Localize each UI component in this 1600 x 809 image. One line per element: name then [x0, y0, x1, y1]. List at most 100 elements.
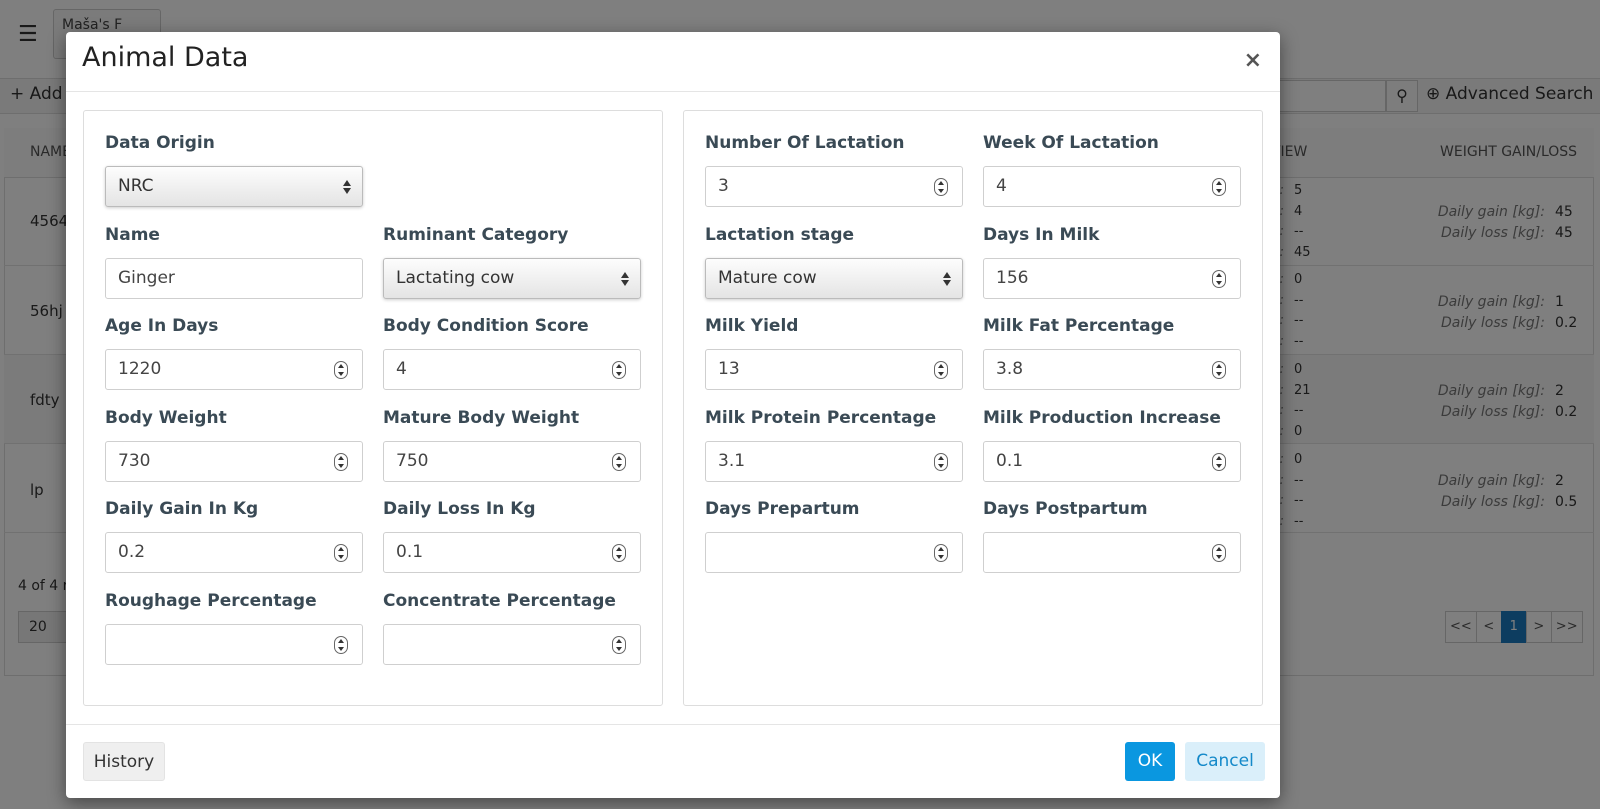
- name-input[interactable]: Ginger: [105, 258, 363, 299]
- week-of-lactation-label: Week Of Lactation: [983, 133, 1159, 153]
- close-icon[interactable]: ×: [1244, 48, 1262, 73]
- animal-data-modal: Animal Data × Data Origin NRC Name Ginge…: [66, 32, 1280, 798]
- ok-button[interactable]: OK: [1125, 742, 1175, 781]
- number-of-lactation-input[interactable]: 3: [705, 166, 963, 207]
- concentrate-label: Concentrate Percentage: [383, 591, 616, 611]
- data-origin-select[interactable]: NRC: [105, 166, 363, 207]
- milk-yield-value: 13: [718, 359, 740, 379]
- days-in-milk-label: Days In Milk: [983, 225, 1100, 245]
- milk-protein-input[interactable]: 3.1: [705, 441, 963, 482]
- milk-production-increase-input[interactable]: 0.1: [983, 441, 1241, 482]
- concentrate-input[interactable]: [383, 624, 641, 665]
- name-field: Name Ginger: [105, 225, 363, 299]
- age-in-days-label: Age In Days: [105, 316, 219, 336]
- spinner-icon[interactable]: [334, 544, 348, 562]
- history-button[interactable]: History: [83, 742, 165, 781]
- ruminant-category-label: Ruminant Category: [383, 225, 569, 245]
- body-condition-score-input[interactable]: 4: [383, 349, 641, 390]
- lactation-panel: Number Of Lactation 3 Week Of Lactation …: [683, 110, 1263, 706]
- lactation-stage-label: Lactation stage: [705, 225, 855, 245]
- daily-gain-value: 0.2: [118, 542, 146, 562]
- concentrate-field: Concentrate Percentage: [383, 591, 641, 665]
- milk-production-increase-field: Milk Production Increase 0.1: [983, 408, 1241, 482]
- animal-info-panel: Data Origin NRC Name Ginger Ruminant Cat…: [83, 110, 663, 706]
- ruminant-category-select[interactable]: Lactating cow: [383, 258, 641, 299]
- mature-body-weight-input[interactable]: 750: [383, 441, 641, 482]
- milk-fat-input[interactable]: 3.8: [983, 349, 1241, 390]
- modal-title: Animal Data: [82, 42, 249, 73]
- spinner-icon[interactable]: [934, 544, 948, 562]
- spinner-icon[interactable]: [1212, 453, 1226, 471]
- name-value: Ginger: [118, 268, 175, 288]
- mature-body-weight-label: Mature Body Weight: [383, 408, 580, 428]
- mature-body-weight-value: 750: [396, 451, 429, 471]
- milk-fat-value: 3.8: [996, 359, 1024, 379]
- body-weight-label: Body Weight: [105, 408, 227, 428]
- spinner-icon[interactable]: [1212, 178, 1226, 196]
- roughage-label: Roughage Percentage: [105, 591, 317, 611]
- age-in-days-input[interactable]: 1220: [105, 349, 363, 390]
- days-postpartum-input[interactable]: [983, 532, 1241, 573]
- spinner-icon[interactable]: [612, 636, 626, 654]
- milk-protein-value: 3.1: [718, 451, 746, 471]
- modal-footer: History OK Cancel: [66, 724, 1280, 798]
- daily-loss-value: 0.1: [396, 542, 424, 562]
- body-condition-score-field: Body Condition Score 4: [383, 316, 641, 390]
- data-origin-label: Data Origin: [105, 133, 215, 153]
- lactation-stage-select[interactable]: Mature cow: [705, 258, 963, 299]
- milk-protein-field: Milk Protein Percentage 3.1: [705, 408, 963, 482]
- body-weight-field: Body Weight 730: [105, 408, 363, 482]
- spinner-icon[interactable]: [1212, 361, 1226, 379]
- days-in-milk-input[interactable]: 156: [983, 258, 1241, 299]
- select-caret-icon: [342, 178, 352, 196]
- select-caret-icon: [620, 270, 630, 288]
- age-in-days-field: Age In Days 1220: [105, 316, 363, 390]
- lactation-stage-field: Lactation stage Mature cow: [705, 225, 963, 299]
- body-weight-input[interactable]: 730: [105, 441, 363, 482]
- modal-header: Animal Data ×: [66, 32, 1280, 92]
- days-in-milk-value: 156: [996, 268, 1029, 288]
- roughage-input[interactable]: [105, 624, 363, 665]
- spinner-icon[interactable]: [934, 361, 948, 379]
- select-caret-icon: [942, 270, 952, 288]
- data-origin-field: Data Origin NRC: [105, 133, 363, 207]
- body-condition-score-value: 4: [396, 359, 407, 379]
- milk-yield-field: Milk Yield 13: [705, 316, 963, 390]
- milk-production-increase-value: 0.1: [996, 451, 1024, 471]
- spinner-icon[interactable]: [1212, 270, 1226, 288]
- spinner-icon[interactable]: [1212, 544, 1226, 562]
- ruminant-category-field: Ruminant Category Lactating cow: [383, 225, 641, 299]
- week-of-lactation-field: Week Of Lactation 4: [983, 133, 1241, 207]
- spinner-icon[interactable]: [934, 453, 948, 471]
- number-of-lactation-value: 3: [718, 176, 729, 196]
- milk-fat-field: Milk Fat Percentage 3.8: [983, 316, 1241, 390]
- milk-yield-input[interactable]: 13: [705, 349, 963, 390]
- week-of-lactation-input[interactable]: 4: [983, 166, 1241, 207]
- age-in-days-value: 1220: [118, 359, 162, 379]
- number-of-lactation-field: Number Of Lactation 3: [705, 133, 963, 207]
- lactation-stage-value: Mature cow: [718, 268, 817, 288]
- spinner-icon[interactable]: [612, 453, 626, 471]
- spinner-icon[interactable]: [334, 361, 348, 379]
- daily-loss-field: Daily Loss In Kg 0.1: [383, 499, 641, 573]
- spinner-icon[interactable]: [612, 544, 626, 562]
- daily-loss-input[interactable]: 0.1: [383, 532, 641, 573]
- name-label: Name: [105, 225, 160, 245]
- daily-gain-label: Daily Gain In Kg: [105, 499, 259, 519]
- spinner-icon[interactable]: [334, 453, 348, 471]
- week-of-lactation-value: 4: [996, 176, 1007, 196]
- days-in-milk-field: Days In Milk 156: [983, 225, 1241, 299]
- cancel-button[interactable]: Cancel: [1185, 742, 1265, 781]
- roughage-field: Roughage Percentage: [105, 591, 363, 665]
- milk-protein-label: Milk Protein Percentage: [705, 408, 937, 428]
- spinner-icon[interactable]: [612, 361, 626, 379]
- daily-loss-label: Daily Loss In Kg: [383, 499, 536, 519]
- days-postpartum-label: Days Postpartum: [983, 499, 1148, 519]
- spinner-icon[interactable]: [334, 636, 348, 654]
- number-of-lactation-label: Number Of Lactation: [705, 133, 905, 153]
- days-prepartum-input[interactable]: [705, 532, 963, 573]
- daily-gain-input[interactable]: 0.2: [105, 532, 363, 573]
- spinner-icon[interactable]: [934, 178, 948, 196]
- milk-production-increase-label: Milk Production Increase: [983, 408, 1221, 428]
- body-condition-score-label: Body Condition Score: [383, 316, 589, 336]
